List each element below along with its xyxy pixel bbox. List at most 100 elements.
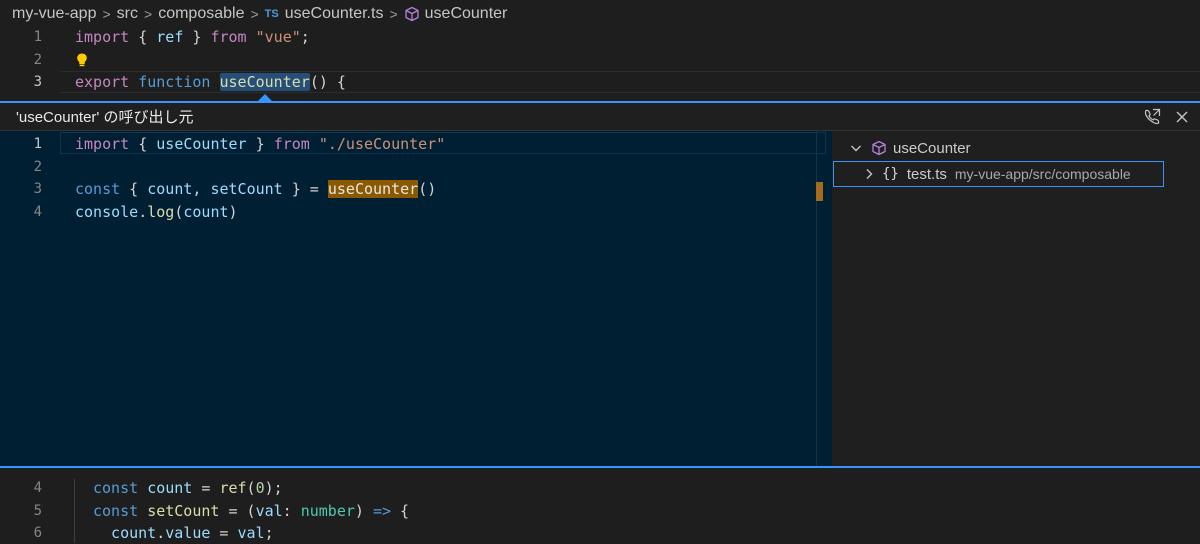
code-token: const — [93, 479, 139, 497]
tree-item-root[interactable]: useCounter — [832, 135, 1200, 161]
code-token: value — [165, 524, 211, 542]
peek-editor[interactable]: 1 import { useCounter } from "./useCounte… — [0, 131, 832, 466]
code-token: count — [147, 479, 193, 497]
code-token: val — [255, 501, 283, 520]
breadcrumb-item-file[interactable]: useCounter.ts — [285, 5, 384, 23]
code-token: count — [147, 180, 193, 198]
breadcrumb-item-project[interactable]: my-vue-app — [12, 5, 96, 23]
tree-child-label: test.ts — [906, 165, 947, 183]
typescript-file-icon: TS — [264, 7, 279, 20]
code-token: ; — [300, 28, 310, 46]
line-number: 2 — [33, 158, 42, 175]
code-token: } = — [282, 180, 328, 198]
code-text[interactable]: export function useCounter() { — [75, 71, 346, 93]
breadcrumb-item-symbol[interactable]: useCounter — [425, 5, 508, 23]
tree-child-path: my-vue-app/src/composable — [954, 166, 1131, 182]
code-text[interactable]: count.value = val; — [93, 522, 274, 544]
code-line[interactable]: 6 count.value = val; — [0, 522, 1200, 544]
code-text[interactable]: console.log(count) — [75, 201, 238, 223]
line-number: 1 — [33, 29, 42, 45]
code-token: from — [210, 28, 247, 46]
chevron-down-icon[interactable] — [848, 140, 864, 156]
peek-border-bottom — [0, 466, 1200, 468]
code-line[interactable]: 2 — [0, 49, 1200, 71]
code-text[interactable]: import { useCounter } from "./useCounter… — [75, 133, 445, 155]
line-number: 2 — [33, 51, 42, 68]
code-text[interactable]: import { ref } from "vue"; — [75, 26, 310, 48]
chevron-right-icon: > — [102, 5, 111, 22]
code-token: { — [391, 501, 410, 520]
code-line[interactable]: 5 const setCount = (val: number) => { — [0, 500, 1200, 522]
code-token: ) — [354, 501, 373, 520]
code-token: ( — [246, 479, 256, 497]
code-token: from — [273, 135, 310, 153]
breadcrumb: my-vue-app > src > composable > TS useCo… — [0, 0, 1200, 27]
code-text[interactable]: const setCount = (val: number) => { — [93, 500, 409, 522]
code-token: import — [75, 135, 130, 153]
code-token: useCounter — [219, 73, 310, 91]
code-token: () { — [309, 73, 346, 91]
symbol-method-icon — [404, 6, 419, 21]
code-token: : — [282, 501, 301, 520]
peek-header: 'useCounter' の呼び出し元 — [0, 103, 1200, 131]
code-token: { — [120, 180, 148, 198]
code-token: ); — [264, 479, 283, 497]
code-token: ) — [228, 202, 238, 221]
code-token: "./useCounter" — [318, 135, 446, 153]
line-number: 4 — [33, 203, 42, 220]
chevron-right-icon[interactable] — [861, 166, 877, 182]
peek-actions — [1142, 107, 1190, 127]
code-token: setCount — [147, 501, 220, 520]
code-token: = — [192, 479, 220, 497]
breadcrumb-item-composable[interactable]: composable — [158, 5, 244, 23]
code-text[interactable]: const { count, setCount } = useCounter() — [75, 178, 436, 200]
breadcrumb-item-src[interactable]: src — [117, 5, 138, 23]
code-token: ref — [156, 28, 184, 46]
code-token: const — [75, 180, 121, 198]
line-number: 3 — [33, 74, 42, 90]
code-text[interactable] — [75, 49, 89, 71]
peek-reference-tree: useCounter {} test.ts my-vue-app/src/com… — [832, 131, 1200, 466]
code-line[interactable]: 4 const count = ref(0); — [0, 477, 1200, 499]
tree-item-reference[interactable]: {} test.ts my-vue-app/src/composable — [833, 161, 1164, 187]
code-token: const — [93, 501, 139, 520]
line-number: 5 — [33, 502, 42, 519]
code-line[interactable]: 1 import { ref } from "vue"; — [0, 26, 1200, 48]
chevron-right-icon: > — [389, 5, 398, 22]
line-number: 4 — [33, 480, 42, 496]
code-token: import — [75, 28, 130, 46]
tree-root-label: useCounter — [893, 139, 971, 157]
symbol-method-icon — [872, 140, 886, 156]
code-token: setCount — [210, 180, 283, 198]
code-token: count — [183, 202, 229, 221]
code-token: "vue" — [255, 28, 301, 46]
code-token: . — [138, 202, 148, 221]
close-icon[interactable] — [1174, 109, 1190, 125]
code-token: ref — [219, 479, 247, 497]
code-token: 0 — [255, 479, 265, 497]
code-token: } — [183, 28, 211, 46]
lightbulb-icon[interactable] — [75, 51, 89, 69]
code-line[interactable]: 3 export function useCounter() { — [0, 71, 1200, 93]
code-token: val — [237, 524, 265, 542]
braces-icon: {} — [882, 166, 899, 182]
code-token: function — [138, 73, 211, 91]
code-token: } — [246, 135, 274, 153]
code-token: () — [418, 180, 437, 198]
code-text[interactable]: const count = ref(0); — [93, 477, 283, 499]
code-token: number — [300, 501, 355, 520]
code-token: useCounter — [156, 135, 247, 153]
chevron-right-icon: > — [250, 5, 259, 22]
code-token: { — [129, 135, 157, 153]
code-token: = ( — [219, 501, 256, 520]
call-hierarchy-icon[interactable] — [1142, 107, 1162, 127]
chevron-right-icon: > — [144, 5, 153, 22]
code-token: count — [93, 524, 157, 542]
line-number: 3 — [33, 181, 42, 197]
